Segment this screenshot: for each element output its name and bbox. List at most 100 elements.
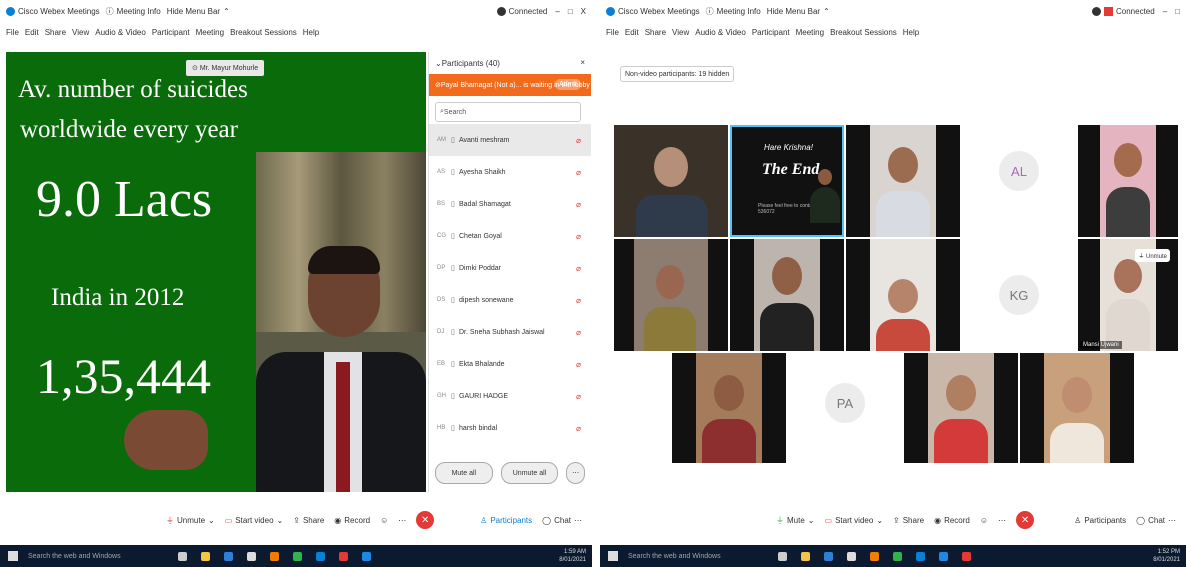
unmute-all-button[interactable]: Unmute all <box>500 462 559 484</box>
participant-row[interactable]: BS ▯ Badal Shamagat ⌀ <box>429 188 591 220</box>
minimize-button[interactable]: – <box>555 7 559 16</box>
close-panel-icon[interactable]: × <box>580 58 585 67</box>
minimize-button[interactable]: – <box>1163 7 1167 16</box>
mic-muted-icon[interactable]: ⌀ <box>576 168 581 177</box>
menu-view[interactable]: View <box>672 28 689 37</box>
system-clock[interactable]: 1:52 PM 8/01/2021 <box>1153 548 1180 564</box>
menu-edit[interactable]: Edit <box>25 28 39 37</box>
share-button[interactable]: ⇪ Share <box>293 516 324 525</box>
video-tile[interactable] <box>614 239 728 351</box>
taskbar-search[interactable]: Search the web and Windows <box>628 553 758 560</box>
mic-muted-icon[interactable]: ⌀ <box>576 200 581 209</box>
unmute-chip[interactable]: ⏚ Unmute <box>1135 249 1170 262</box>
participant-row[interactable]: DS ▯ dipesh sonewane ⌀ <box>429 284 591 316</box>
share-button[interactable]: ⇪ Share <box>893 516 924 525</box>
app-icon[interactable] <box>339 551 348 561</box>
menu-share[interactable]: Share <box>645 28 666 37</box>
task-view-icon[interactable] <box>178 551 187 561</box>
menu-breakout[interactable]: Breakout Sessions <box>230 28 297 37</box>
participant-row[interactable]: AM ▯ Avanti meshram ⌀ <box>429 124 591 156</box>
video-tile-no-video[interactable]: PA <box>788 353 902 463</box>
menu-file[interactable]: File <box>606 28 619 37</box>
more-button[interactable]: ⋯ <box>398 516 406 525</box>
taskbar-search[interactable]: Search the web and Windows <box>28 553 158 560</box>
participant-row[interactable]: HB ▯ harsh bindal ⌀ <box>429 412 591 444</box>
record-button[interactable]: ◉ Record <box>934 516 970 525</box>
chat-button[interactable]: ◯ Chat ⋯ <box>1136 516 1176 525</box>
app-title[interactable]: Cisco Webex Meetings <box>606 6 700 16</box>
video-tile-shared-slide[interactable]: Hare Krishna! The End Please feel free t… <box>730 125 844 237</box>
close-button[interactable]: X <box>581 7 586 16</box>
chat-button[interactable]: ◯ Chat ⋯ <box>542 516 582 525</box>
reactions-button[interactable]: ☺ <box>380 516 388 525</box>
unmute-button[interactable]: ⏚ Unmute ⌄ <box>166 515 215 526</box>
more-options-icon[interactable]: ⋯ <box>566 462 586 484</box>
participants-button[interactable]: ♙ Participants <box>1074 516 1126 525</box>
participant-row[interactable]: DP ▯ Dimki Poddar ⌀ <box>429 252 591 284</box>
edge-icon[interactable] <box>224 551 233 561</box>
mic-muted-icon[interactable]: ⌀ <box>576 328 581 337</box>
app-icon[interactable] <box>962 551 971 561</box>
menu-audio-video[interactable]: Audio & Video <box>695 28 746 37</box>
edge-icon[interactable] <box>824 551 833 561</box>
video-tile[interactable] <box>730 239 844 351</box>
video-tile[interactable] <box>904 353 1018 463</box>
mic-muted-icon[interactable]: ⌀ <box>576 392 581 401</box>
app-icon[interactable] <box>362 551 371 561</box>
video-tile[interactable] <box>846 125 960 237</box>
menu-meeting[interactable]: Meeting <box>196 28 224 37</box>
mute-all-button[interactable]: Mute all <box>435 462 493 484</box>
start-video-button[interactable]: ▭ Start video ⌄ <box>825 516 884 525</box>
menu-breakout[interactable]: Breakout Sessions <box>830 28 897 37</box>
app-icon[interactable] <box>939 551 948 561</box>
start-video-button[interactable]: ▭ Start video ⌄ <box>225 516 284 525</box>
connection-status[interactable]: Connected <box>1092 6 1155 16</box>
store-icon[interactable] <box>847 551 856 561</box>
maximize-button[interactable]: □ <box>1175 7 1180 16</box>
menu-edit[interactable]: Edit <box>625 28 639 37</box>
participant-row[interactable]: CG ▯ Chetan Goyal ⌀ <box>429 220 591 252</box>
leave-meeting-button[interactable]: ✕ <box>416 511 435 529</box>
file-explorer-icon[interactable] <box>801 551 810 561</box>
mic-muted-icon[interactable]: ⌀ <box>576 360 581 369</box>
participant-row[interactable]: GH ▯ GAURI HADGE ⌀ <box>429 380 591 412</box>
windows-start-icon[interactable] <box>608 551 618 561</box>
non-video-participants-chip[interactable]: Non-video participants: 19 hidden <box>620 66 735 82</box>
system-clock[interactable]: 1:59 AM 8/01/2021 <box>559 548 586 564</box>
video-tile-no-video[interactable]: KG <box>962 239 1076 351</box>
mic-muted-icon[interactable]: ⌀ <box>576 424 581 433</box>
app-title[interactable]: Cisco Webex Meetings <box>6 6 100 16</box>
file-explorer-icon[interactable] <box>201 551 210 561</box>
video-tile[interactable]: ⏚ Unmute Mansi Ujwani <box>1078 239 1178 351</box>
video-tile-no-video[interactable]: AL <box>962 125 1076 237</box>
connection-status[interactable]: Connected <box>496 6 547 16</box>
meeting-info-button[interactable]: ⓘ Meeting Info <box>106 6 161 17</box>
video-tile[interactable] <box>672 353 786 463</box>
windows-start-icon[interactable] <box>8 551 18 561</box>
video-tile[interactable] <box>846 239 960 351</box>
record-button[interactable]: ◉ Record <box>334 516 370 525</box>
webex-taskbar-icon[interactable] <box>916 551 925 561</box>
menu-file[interactable]: File <box>6 28 19 37</box>
hide-menu-bar-button[interactable]: Hide Menu Bar ⌃ <box>767 7 830 16</box>
video-tile[interactable] <box>1078 125 1178 237</box>
more-button[interactable]: ⋯ <box>998 516 1006 525</box>
hide-menu-bar-button[interactable]: Hide Menu Bar ⌃ <box>167 7 230 16</box>
firefox-icon[interactable] <box>870 551 879 561</box>
firefox-icon[interactable] <box>270 551 279 561</box>
chrome-icon[interactable] <box>893 551 902 561</box>
mic-muted-icon[interactable]: ⌀ <box>576 264 581 273</box>
menu-share[interactable]: Share <box>45 28 66 37</box>
mic-muted-icon[interactable]: ⌀ <box>576 296 581 305</box>
menu-help[interactable]: Help <box>303 28 319 37</box>
mic-muted-icon[interactable]: ⌀ <box>576 136 581 145</box>
chrome-icon[interactable] <box>293 551 302 561</box>
store-icon[interactable] <box>247 551 256 561</box>
menu-help[interactable]: Help <box>903 28 919 37</box>
video-tile[interactable] <box>1020 353 1134 463</box>
video-tile[interactable] <box>614 125 728 237</box>
participant-row[interactable]: AS ▯ Ayesha Shaikh ⌀ <box>429 156 591 188</box>
task-view-icon[interactable] <box>778 551 787 561</box>
reactions-button[interactable]: ☺ <box>980 516 988 525</box>
meeting-info-button[interactable]: ⓘ Meeting Info <box>706 6 761 17</box>
